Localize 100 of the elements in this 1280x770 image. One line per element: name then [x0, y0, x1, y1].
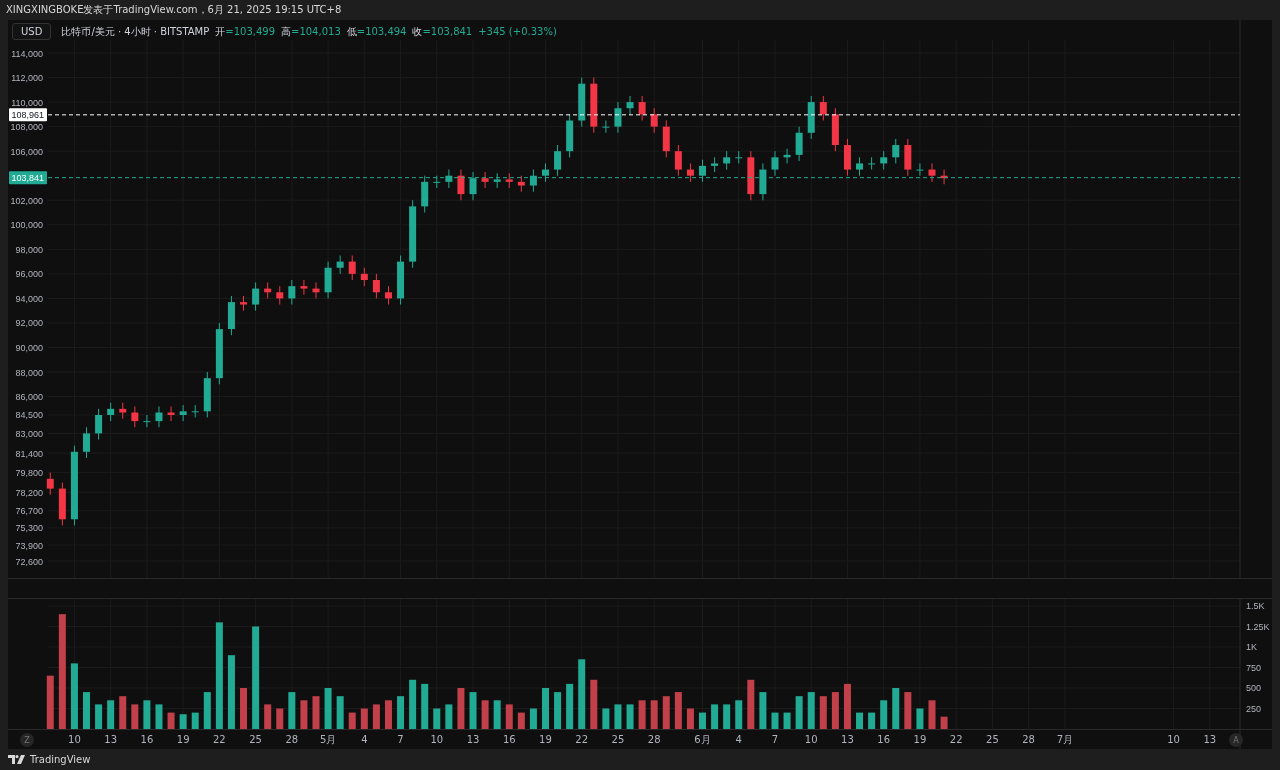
- candle: [771, 150, 779, 177]
- volume-bar: [445, 704, 453, 729]
- candle: [179, 404, 187, 422]
- candle: [227, 295, 235, 336]
- volume-bar: [409, 679, 417, 729]
- volume-bar: [614, 704, 622, 729]
- currency-button[interactable]: USD: [12, 23, 52, 40]
- candle: [783, 148, 791, 164]
- candle: [409, 199, 417, 269]
- time-axis-label: 28: [1022, 734, 1035, 745]
- price-axis-label: 110,000: [11, 97, 43, 108]
- price-level-label: 103,841: [9, 171, 47, 185]
- time-axis-label: 28: [647, 734, 661, 745]
- symbol-title[interactable]: 比特币/美元 · 4小时 · BITSTAMP: [61, 24, 210, 39]
- time-axis-label: 10: [1167, 734, 1180, 745]
- candle: [807, 95, 815, 140]
- volume-bar: [856, 712, 864, 729]
- volume-bar: [469, 692, 477, 729]
- volume-axis-label: 500: [1246, 683, 1262, 694]
- price-axis-label: 79,800: [15, 468, 43, 479]
- time-axis-label: 22: [575, 734, 589, 745]
- candle: [699, 159, 706, 183]
- price-axis-label: 81,400: [15, 448, 43, 459]
- time-axis-label: 16: [877, 734, 891, 745]
- volume-bar: [179, 714, 187, 729]
- candle: [433, 175, 441, 189]
- time-axis-label: 16: [140, 734, 154, 745]
- price-axis-label: 92,000: [15, 318, 43, 329]
- volume-bar: [529, 708, 537, 729]
- axis-scale-button[interactable]: A: [1229, 733, 1243, 747]
- volume-bar: [602, 708, 610, 729]
- volume-bar: [95, 704, 103, 729]
- volume-bar: [143, 700, 151, 729]
- candle: [590, 77, 598, 134]
- volume-bar: [940, 716, 948, 729]
- volume-bar: [288, 692, 296, 729]
- volume-bar: [119, 696, 127, 729]
- candle: [143, 414, 151, 428]
- candle: [95, 408, 103, 441]
- price-axis-label: 112,000: [11, 73, 43, 84]
- candle: [819, 95, 827, 121]
- candle: [457, 169, 465, 201]
- candle: [191, 404, 199, 418]
- volume-bar: [83, 692, 90, 729]
- volume-bar: [662, 696, 670, 729]
- volume-bar: [578, 659, 586, 729]
- volume-axis-label: 1K: [1246, 642, 1257, 653]
- price-level-label: 108,961: [9, 108, 47, 122]
- candle: [372, 273, 380, 299]
- candle: [505, 172, 513, 189]
- candle: [614, 101, 622, 134]
- volume-bar: [626, 704, 634, 729]
- candle: [856, 156, 864, 177]
- volume-bar: [457, 688, 465, 729]
- volume-bar: [46, 675, 54, 729]
- candle: [348, 254, 356, 281]
- volume-bar: [747, 679, 755, 729]
- time-axis-label: 10: [804, 734, 818, 745]
- volume-bar: [372, 704, 380, 729]
- ohlc-value: 开=103,499: [215, 24, 275, 39]
- candle: [868, 156, 876, 171]
- time-axis-label: 22: [949, 734, 963, 745]
- volume-bar: [360, 708, 368, 729]
- volume-bar: [904, 692, 912, 729]
- volume-bar: [155, 704, 163, 729]
- volume-bar: [276, 708, 284, 729]
- time-axis-label: 13: [104, 734, 118, 745]
- volume-bar: [397, 696, 405, 729]
- price-axis-label: 78,200: [15, 487, 43, 498]
- candle: [723, 150, 731, 171]
- price-axis-label: 83,000: [15, 428, 43, 439]
- candle: [360, 267, 368, 287]
- volume-bar: [711, 704, 719, 729]
- volume-bar: [650, 700, 658, 729]
- volume-bar: [384, 700, 392, 729]
- volume-bar: [723, 704, 731, 729]
- volume-bar: [819, 696, 827, 729]
- candle: [167, 405, 175, 422]
- volume-bar: [880, 700, 888, 729]
- volume-bar: [191, 712, 199, 729]
- price-axis-label: 94,000: [15, 293, 43, 304]
- ohlc-value: 高=104,013: [281, 24, 341, 39]
- candle: [735, 150, 743, 164]
- volume-axis-label: 250: [1246, 704, 1262, 714]
- volume-bar: [771, 712, 779, 729]
- price-axis-label: 86,000: [15, 392, 43, 403]
- time-axis-label: 25: [986, 734, 999, 745]
- volume-bar: [831, 692, 839, 729]
- volume-bar: [312, 696, 320, 729]
- brand-name: TradingView: [30, 754, 91, 765]
- volume-bar: [638, 700, 646, 729]
- volume-bar: [928, 700, 936, 729]
- candle: [554, 144, 562, 177]
- time-axis-label: 6月: [694, 734, 711, 745]
- candle: [928, 162, 936, 183]
- candle: [288, 279, 296, 306]
- price-axis-label: 100,000: [10, 220, 43, 231]
- time-axis-label: 4: [735, 734, 742, 745]
- volume-bar: [348, 712, 356, 729]
- candle: [711, 156, 719, 173]
